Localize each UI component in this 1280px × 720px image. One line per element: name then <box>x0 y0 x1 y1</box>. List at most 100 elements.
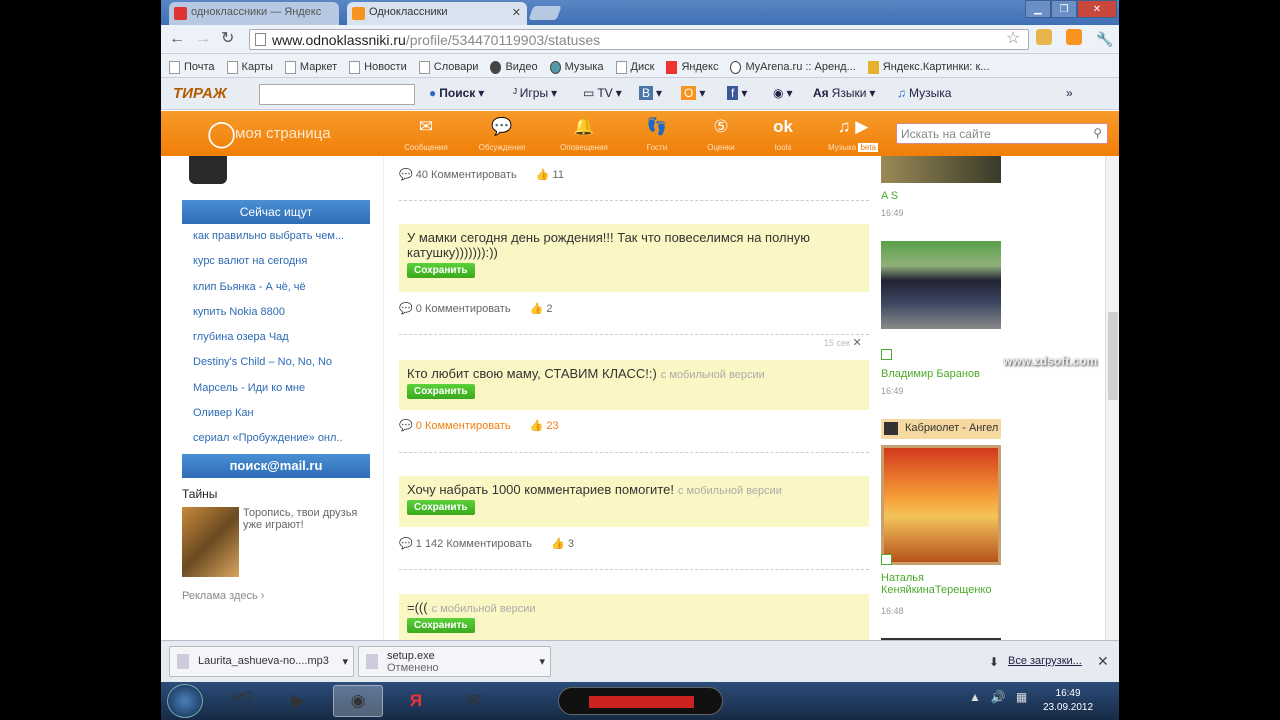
toolbar-vk[interactable]: В ▾ <box>639 86 662 100</box>
toolbar-ok[interactable]: О ▾ <box>681 86 705 100</box>
bookmark-item[interactable]: Словари <box>418 57 478 77</box>
like-count[interactable]: 3 <box>568 538 574 550</box>
friend-photo[interactable] <box>881 156 1001 183</box>
tab-yandex[interactable]: одноклассники — Яндекс <box>169 2 339 25</box>
tab-odnoklassniki[interactable]: Одноклассники ✕ <box>347 2 527 25</box>
car-photo[interactable] <box>881 241 1001 329</box>
toolbar-search-input[interactable] <box>259 84 415 105</box>
game-title[interactable]: Тайны <box>182 487 217 501</box>
toolbar-mail[interactable]: ◉ ▾ <box>773 86 793 100</box>
minimize-icon[interactable]: ▁ <box>1025 0 1051 18</box>
bookmark-item[interactable]: Маркет <box>284 57 337 77</box>
comment-link[interactable]: 40 Комментировать <box>416 169 517 181</box>
toolbar-languages[interactable]: Ая Языки ▾ <box>813 86 875 100</box>
site-search-input[interactable]: Искать на сайте ⚲ <box>896 123 1108 144</box>
toolbar-search-button[interactable]: ● Поиск ▾ <box>429 86 484 100</box>
maximize-icon[interactable]: ❐ <box>1051 0 1077 18</box>
media-player-taskbar-icon[interactable]: ▶ <box>273 685 323 717</box>
nav-messages[interactable]: ✉ Сообщения <box>396 117 456 152</box>
trending-search-link[interactable]: клип Бьянка - А чё, чё <box>193 281 344 306</box>
save-button[interactable]: Сохранить <box>407 263 475 278</box>
chevron-down-icon[interactable]: ▾ <box>539 655 545 668</box>
nav-music[interactable]: ♫ ▶ Музыка beta <box>823 117 883 152</box>
bookmark-item[interactable]: Новости <box>349 57 407 77</box>
yandex-taskbar-icon[interactable]: Я <box>391 685 441 717</box>
close-window-icon[interactable]: ✕ <box>1077 0 1117 18</box>
bookmark-item[interactable]: Диск <box>615 57 654 77</box>
new-tab-button[interactable] <box>528 6 562 20</box>
volume-icon[interactable]: 🔊 <box>991 690 1006 704</box>
all-downloads-link[interactable]: Все загрузки... <box>1008 655 1082 667</box>
wrench-menu-icon[interactable]: 🔧 <box>1096 30 1113 48</box>
woman-photo[interactable] <box>881 445 1001 565</box>
bookmark-star-icon[interactable]: ☆ <box>1006 28 1020 48</box>
toolbar-games[interactable]: ᴶ Игры ▾ <box>513 86 557 100</box>
save-button[interactable]: Сохранить <box>407 618 475 633</box>
ok-extension-icon[interactable] <box>1066 29 1082 45</box>
close-icon[interactable]: ✕ <box>852 337 861 349</box>
nav-ratings[interactable]: ⑤ Оценки <box>691 117 751 152</box>
clock[interactable]: 16:49 23.09.2012 <box>1043 687 1093 715</box>
forward-arrow-icon[interactable]: → <box>195 30 211 48</box>
chevron-down-icon[interactable]: ▾ <box>342 655 348 668</box>
nav-notifications[interactable]: 🔔 Оповещения <box>554 117 614 152</box>
network-icon[interactable]: ▦ <box>1016 690 1027 704</box>
trending-search-link[interactable]: глубина озера Чад <box>193 331 344 356</box>
download-item[interactable]: Laurita_ashueva-no....mp3 ▾ <box>169 646 354 677</box>
ok-logo-icon[interactable]: ◯ <box>207 118 236 148</box>
trending-search-link[interactable]: Оливер Кан <box>193 407 344 432</box>
bookmark-item[interactable]: Яндекс.Картинки: к... <box>867 57 990 77</box>
like-count[interactable]: 23 <box>546 420 558 432</box>
nav-guests[interactable]: 👣 Гости <box>627 117 687 152</box>
toolbar-music[interactable]: ♫ Музыка <box>897 86 951 100</box>
back-arrow-icon[interactable]: ← <box>169 30 185 48</box>
checkbox[interactable] <box>881 349 892 360</box>
checkbox[interactable] <box>881 554 892 565</box>
toolbar-facebook[interactable]: f ▾ <box>727 86 747 100</box>
comment-link[interactable]: 0 Комментировать <box>416 420 511 432</box>
bookmark-item[interactable]: MyArena.ru :: Аренд... <box>730 57 856 77</box>
magnifier-icon[interactable]: ⚲ <box>1093 126 1102 140</box>
trending-search-link[interactable]: Марсель - Иди ко мне <box>193 382 344 407</box>
friend-name[interactable]: A S <box>881 190 898 202</box>
trending-search-link[interactable]: как правильно выбрать чем... <box>193 230 344 255</box>
bookmark-item[interactable]: Яндекс <box>666 57 718 77</box>
trending-search-link[interactable]: курс валют на сегодня <box>193 255 344 280</box>
close-downloads-icon[interactable]: ✕ <box>1097 653 1109 670</box>
explorer-taskbar-icon[interactable]: 🗂 <box>217 685 267 717</box>
tirazh-logo[interactable]: ТИРАЖ <box>173 85 227 102</box>
bookmark-item[interactable]: Музыка <box>549 57 604 77</box>
nav-tools[interactable]: ok tools <box>753 117 813 152</box>
download-item[interactable]: setup.exe Отменено ▾ <box>358 646 551 677</box>
comment-link[interactable]: 1 142 Комментировать <box>416 538 532 550</box>
nav-discussions[interactable]: 💬 Обсуждения <box>472 117 532 152</box>
toolbar-tv[interactable]: ▭ TV ▾ <box>583 86 622 100</box>
media-player-widget[interactable] <box>558 687 723 715</box>
scrollbar[interactable] <box>1105 156 1119 640</box>
friend-name[interactable]: Владимир Баранов <box>881 368 980 380</box>
like-count[interactable]: 11 <box>553 169 564 181</box>
toolbar-overflow[interactable]: » <box>1066 86 1073 100</box>
save-button[interactable]: Сохранить <box>407 500 475 515</box>
song-bar[interactable]: Кабриолет - Ангел <box>881 419 1001 439</box>
scroll-thumb[interactable] <box>1108 312 1118 400</box>
extension-icon[interactable] <box>1036 29 1052 45</box>
mail-search-banner[interactable]: поиск@mail.ru <box>182 454 370 478</box>
ads-link[interactable]: Реклама здесь › <box>182 590 264 602</box>
bookmark-item[interactable]: Почта <box>169 57 215 77</box>
game-description[interactable]: Торопись, твои друзья уже играют! <box>243 507 371 531</box>
mail-taskbar-icon[interactable]: ✉ <box>449 685 499 717</box>
like-count[interactable]: 2 <box>546 303 552 315</box>
game-image[interactable] <box>182 507 239 577</box>
trending-search-link[interactable]: купить Nokia 8800 <box>193 306 344 331</box>
my-page-link[interactable]: моя страница <box>235 125 331 142</box>
trending-search-link[interactable]: Destiny's Child – No, No, No <box>193 356 344 381</box>
comment-link[interactable]: 0 Комментировать <box>416 303 511 315</box>
start-button[interactable] <box>167 684 203 718</box>
bookmark-item[interactable]: Карты <box>226 57 273 77</box>
address-bar[interactable]: www.odnoklassniki.ru/profile/53447011990… <box>249 29 1029 50</box>
save-button[interactable]: Сохранить <box>407 384 475 399</box>
close-tab-icon[interactable]: ✕ <box>512 6 521 19</box>
chrome-taskbar-icon[interactable]: ◉ <box>333 685 383 717</box>
tray-arrow-icon[interactable]: ▲ <box>969 690 981 704</box>
